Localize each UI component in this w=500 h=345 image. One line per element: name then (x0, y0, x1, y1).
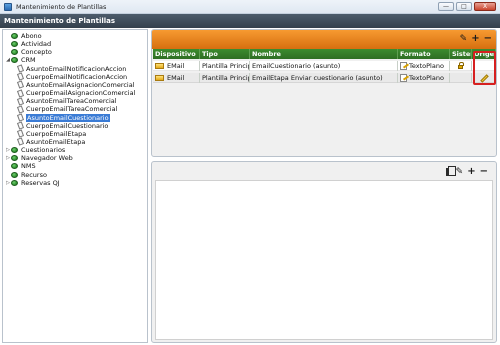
tree-node-label: Cuestionarios (21, 146, 66, 155)
cell-sistema (450, 73, 472, 83)
detail-panel: ✎ + − (151, 161, 497, 343)
edit-icon[interactable]: ✎ (460, 34, 468, 44)
tree-node[interactable]: Abono (5, 32, 42, 40)
page-title: Mantenimiento de Plantillas (4, 17, 116, 25)
tree-leaf[interactable]: CuerpoEmailEtapa (16, 129, 87, 138)
text-format-icon (400, 74, 407, 82)
cell-nombre: EmailCuestionario (asunto) (250, 61, 398, 71)
tree-node-label: Navegador Web (21, 154, 73, 163)
cell-sistema (450, 61, 472, 71)
app-icon (4, 3, 12, 11)
cell-tipo: Plantilla Principal (200, 73, 250, 83)
template-icon (16, 88, 25, 98)
tree-leaf[interactable]: AsuntoEmailAsignacionComercial (16, 80, 135, 90)
grid-header-row: Dispositivo Tipo Nombre Formato Sistema … (153, 49, 496, 59)
mail-icon (155, 75, 164, 81)
column-header-formato[interactable]: Formato (398, 49, 450, 59)
tree-node[interactable]: ▷ Navegador Web (5, 154, 73, 162)
tree-node[interactable]: ▷ Reservas QJ (5, 179, 60, 187)
database-icon (11, 171, 18, 178)
tree-node-label: Actividad (21, 40, 52, 49)
database-icon (11, 41, 18, 48)
template-icon (16, 97, 25, 106)
tree-node-label: CuerpoEmailCuestionario (26, 121, 109, 130)
column-header-nombre[interactable]: Nombre (250, 49, 398, 59)
template-tree[interactable]: Abono Actividad Concepto ◢ CRM AsuntoEmailNot… (2, 29, 148, 343)
add-icon[interactable]: + (471, 34, 479, 44)
page-header: Mantenimiento de Plantillas (0, 14, 500, 28)
tree-leaf[interactable]: CuerpoEmailNotificacionAccion (16, 72, 128, 81)
add-icon[interactable]: + (467, 167, 475, 177)
templates-panel: ✎ + − Dispositivo Tipo Nombre Formato Si… (151, 29, 497, 157)
tree-node[interactable]: NMS (5, 162, 36, 170)
tree-leaf[interactable]: CuerpoEmailTareaComercial (16, 105, 118, 114)
tree-node-label: Concepto (21, 48, 52, 57)
tree-node-label: AsuntoEmailAsignacionComercial (26, 80, 135, 89)
tree-node-label: CuerpoEmailEtapa (26, 129, 87, 138)
window-title: Mantenimiento de Plantillas (16, 3, 107, 11)
tree-node-label: AsuntoEmailTareaComercial (26, 97, 117, 106)
tree-leaf[interactable]: AsuntoEmailEtapa (16, 137, 86, 147)
tree-node-label: Recurso (21, 170, 47, 179)
detail-content-area[interactable] (155, 180, 493, 340)
tree-node-label: Reservas QJ (21, 178, 60, 187)
cell-formato: TextoPlano (398, 73, 450, 83)
cell-tipo: Plantilla Principal (200, 61, 250, 71)
column-header-dispositivo[interactable]: Dispositivo (153, 49, 200, 59)
tree-node-label: AsuntoEmailNotificacionAccion (26, 64, 127, 73)
lock-icon (458, 62, 464, 69)
tree-node[interactable]: Concepto (5, 48, 52, 56)
detail-toolbar: ✎ + − (445, 166, 488, 177)
tree-node-label: CuerpoEmailAsignacionComercial (26, 89, 136, 98)
tree-node-label: NMS (21, 162, 36, 171)
tree-leaf[interactable]: AsuntoEmailNotificacionAccion (16, 64, 127, 73)
tree-leaf[interactable]: AsuntoEmailCuestionario (16, 113, 110, 122)
tree-node-label: CuerpoEmailNotificacionAccion (26, 72, 128, 81)
grid-toolbar: ✎ + − (152, 30, 496, 49)
close-button[interactable]: X (474, 2, 496, 11)
column-header-tipo[interactable]: Tipo (200, 49, 250, 59)
tree-node[interactable]: ◢ CRM (5, 56, 36, 64)
table-row[interactable]: EMail Plantilla Principal EmailCuestiona… (153, 61, 496, 71)
template-icon (16, 80, 25, 90)
tree-node-label: CRM (21, 56, 36, 65)
database-icon (11, 163, 18, 170)
tree-node-label: Abono (21, 32, 42, 40)
window-controls: — □ X (438, 2, 496, 11)
database-icon (11, 179, 18, 186)
cell-nombre: EmailEtapa Enviar cuestionario (asunto) (250, 73, 398, 83)
tree-node-label: AsuntoEmailCuestionario (26, 113, 110, 122)
cell-dispositivo: EMail (153, 73, 200, 83)
edit-icon[interactable]: ✎ (456, 167, 464, 177)
tree-leaf[interactable]: AsuntoEmailTareaComercial (16, 97, 117, 106)
copy-icon[interactable] (445, 166, 456, 176)
tree-node[interactable]: Actividad (5, 40, 51, 48)
table-row[interactable]: EMail Plantilla Principal EmailEtapa Env… (153, 73, 496, 83)
tree-node[interactable]: ▷ Cuestionarios (5, 146, 65, 154)
remove-icon[interactable]: − (480, 167, 488, 177)
database-icon (11, 155, 18, 162)
text-format-icon (400, 62, 407, 70)
database-icon (11, 49, 18, 56)
database-icon (11, 33, 18, 39)
tree-node[interactable]: Recurso (5, 171, 47, 179)
database-icon (11, 57, 18, 64)
maximize-button[interactable]: □ (456, 2, 472, 11)
column-header-sistema[interactable]: Sistema (450, 49, 472, 59)
mail-icon (155, 63, 164, 69)
tree-leaf[interactable]: CuerpoEmailAsignacionComercial (16, 88, 136, 98)
template-icon (16, 137, 25, 147)
template-icon (16, 105, 25, 114)
window-titlebar: Mantenimiento de Plantillas — □ X (0, 0, 500, 14)
cell-dispositivo: EMail (153, 61, 200, 71)
minimize-button[interactable]: — (438, 2, 454, 11)
highlight-box (473, 51, 496, 85)
cell-formato: TextoPlano (398, 61, 450, 71)
tree-leaf[interactable]: CuerpoEmailCuestionario (16, 121, 109, 130)
tree-node-label: CuerpoEmailTareaComercial (26, 105, 118, 114)
database-icon (11, 147, 18, 154)
tree-node-label: AsuntoEmailEtapa (26, 137, 86, 146)
remove-icon[interactable]: − (484, 34, 492, 44)
template-icon (16, 113, 25, 122)
